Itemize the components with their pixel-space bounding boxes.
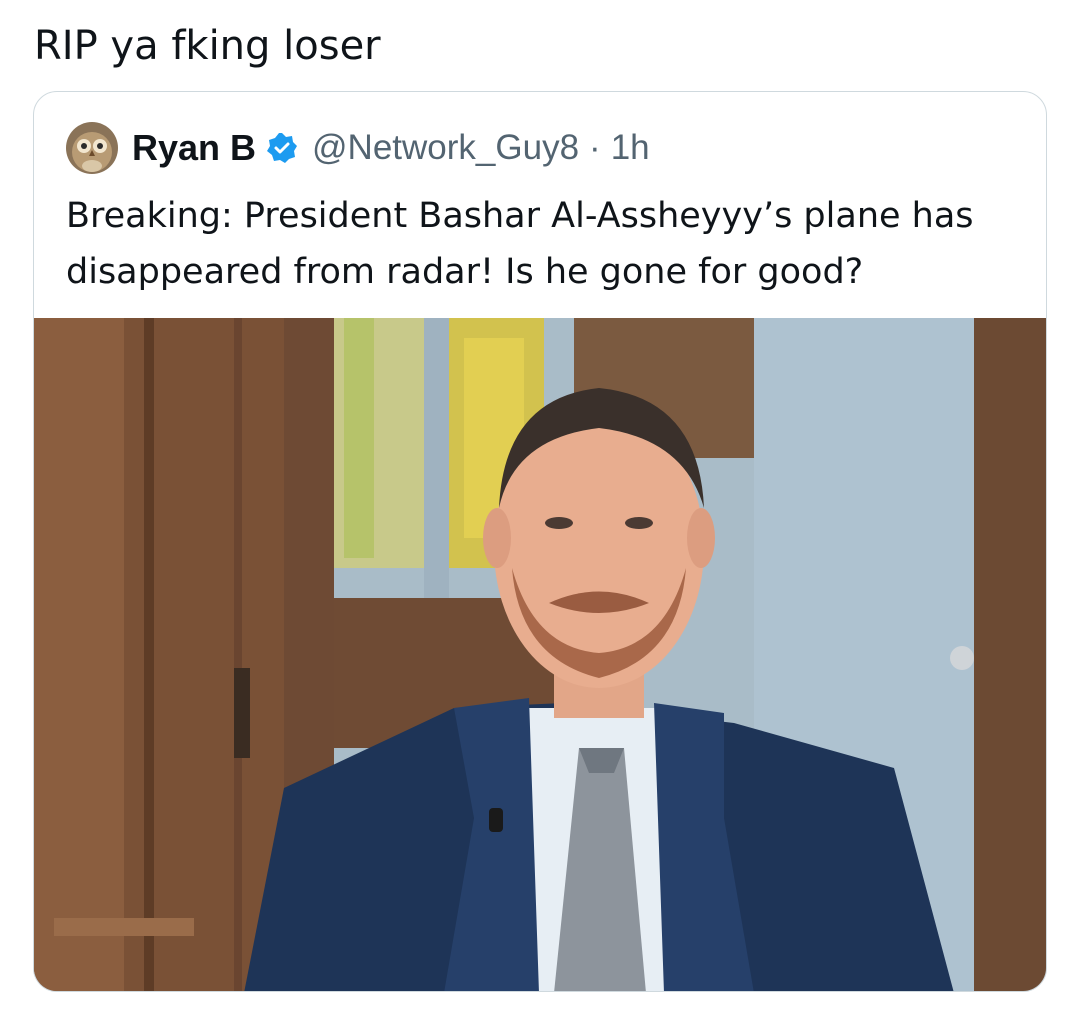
timestamp[interactable]: 1h xyxy=(611,128,650,168)
quoted-post-image[interactable] xyxy=(34,318,1046,991)
post-text: RIP ya fking loser xyxy=(34,23,381,69)
quoted-post-card[interactable]: Ryan B @Network_Guy8 · 1h Breaking: Pres… xyxy=(33,91,1047,992)
display-name[interactable]: Ryan B xyxy=(132,127,256,169)
verified-badge-icon xyxy=(266,132,298,164)
handle[interactable]: @Network_Guy8 xyxy=(312,128,579,168)
separator: · xyxy=(589,128,601,167)
avatar[interactable] xyxy=(66,122,118,174)
quoted-post-text: Breaking: President Bashar Al-Assheyyy’s… xyxy=(66,196,974,292)
photo-man-in-suit xyxy=(34,318,1046,991)
post-screenshot: RIP ya fking loser Ryan B @Network_Guy8 … xyxy=(0,0,1080,1017)
quoted-post-header: Ryan B @Network_Guy8 · 1h xyxy=(66,122,650,174)
